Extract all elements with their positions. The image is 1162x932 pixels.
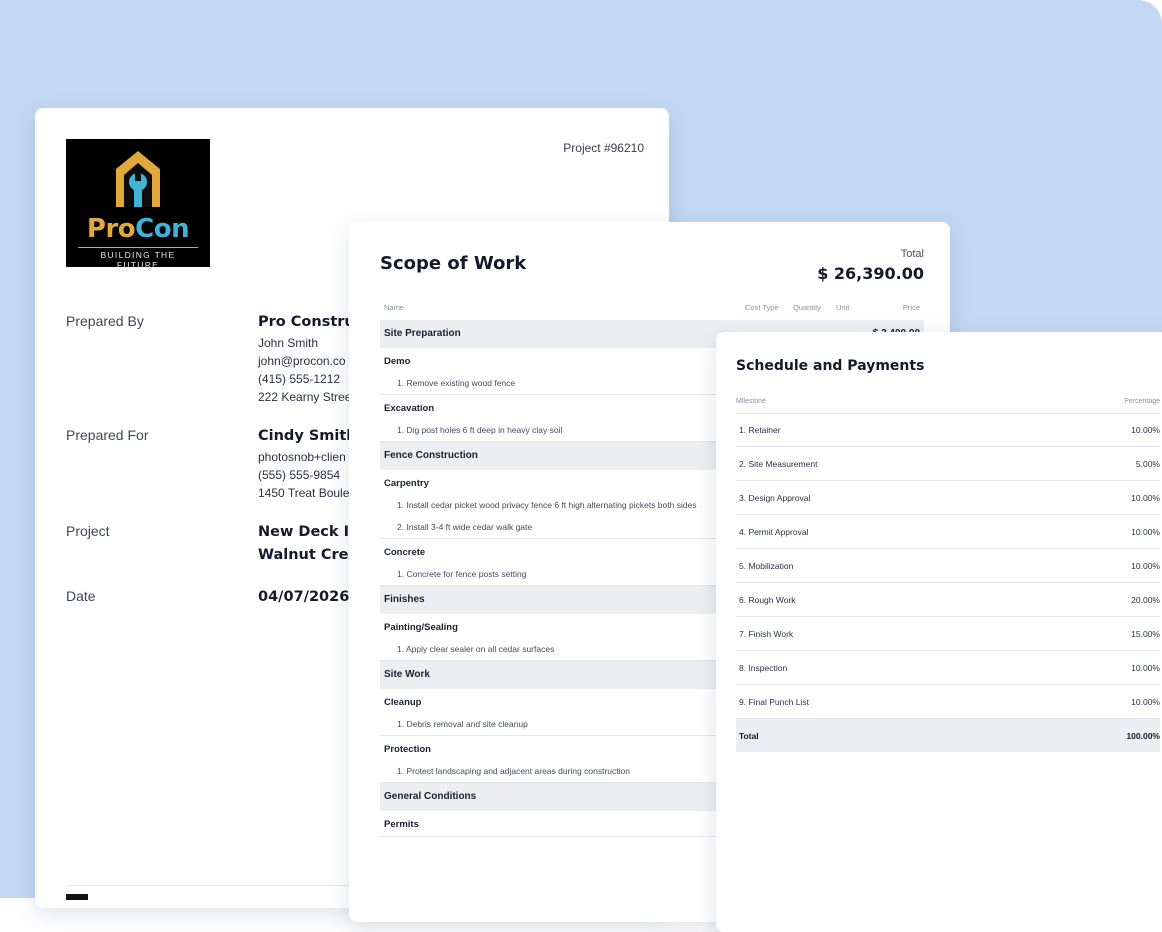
footer-logo-mark [66,894,88,900]
house-wrench-icon [116,151,160,207]
prepared-for-label: Prepared For [66,427,149,443]
prepared-for-block: Cindy Smith photosnob+clien (555) 555-98… [258,427,357,502]
schedule-row: 4. Permit Approval 10.00% [736,515,1160,549]
col-milestone: Milestone [736,398,766,405]
schedule-row: 7. Finish Work 15.00% [736,617,1160,651]
scope-section-title: Finishes [384,594,425,605]
col-price: Price [902,303,920,312]
logo-tagline: BUILDING THE FUTURE [78,247,198,270]
project-label: Project [66,523,110,539]
milestone-percentage: 15.00% [1131,629,1160,639]
milestone-percentage: 10.00% [1131,493,1160,503]
milestone-name: 7. Finish Work [739,629,794,639]
col-cost-type: Cost Type [745,303,779,312]
date-value: 04/07/2026 [258,589,350,605]
milestone-name: 4. Permit Approval [739,527,809,537]
scope-section-title: Site Preparation [384,328,461,339]
schedule-payments-card: Schedule and Payments Milestone Percenta… [716,332,1162,932]
milestone-name: 3. Design Approval [739,493,811,503]
project-number: Project #96210 [563,141,644,155]
milestone-percentage: 10.00% [1131,697,1160,707]
prepared-by-label: Prepared By [66,313,144,329]
milestone-name: 2. Site Measurement [739,459,818,469]
contractor-name: John Smith [258,336,319,350]
client-phone: (555) 555-9854 [258,468,341,482]
scope-section-title: Site Work [384,669,430,680]
contractor-address: 222 Kearny Stree [258,390,352,404]
scope-section-title: Fence Construction [384,450,478,461]
milestone-name: 1. Retainer [739,425,781,435]
schedule-row: 9. Final Punch List 10.00% [736,685,1160,719]
schedule-total-percentage: 100.00% [1126,731,1160,741]
schedule-row: 2. Site Measurement 5.00% [736,447,1160,481]
milestone-name: 8. Inspection [739,663,788,673]
schedule-row: 8. Inspection 10.00% [736,651,1160,685]
col-unit: Unit [836,303,850,312]
schedule-table-header: Milestone Percentage [736,396,1160,414]
logo-wordmark: ProCon [86,214,190,244]
scope-title: Scope of Work [380,253,527,274]
scope-table-header: Name Cost Type Quantity Unit Price [380,298,924,321]
scope-total-label: Total [900,248,924,260]
milestone-name: 6. Rough Work [739,595,796,605]
milestone-percentage: 10.00% [1131,527,1160,537]
schedule-table-body: 1. Retainer 10.00% 2. Site Measurement 5.00… [736,413,1160,752]
schedule-row: 1. Retainer 10.00% [736,413,1160,447]
client-email: photosnob+clien [258,450,346,464]
schedule-total-label: Total [739,731,759,741]
procon-logo: ProCon BUILDING THE FUTURE [66,139,210,270]
date-block: 04/07/2026 [258,586,349,609]
milestone-name: 9. Final Punch List [739,697,809,707]
col-percentage: Percentage [1124,398,1160,405]
milestone-percentage: 10.00% [1131,663,1160,673]
col-name: Name [384,303,405,312]
milestone-name: 5. Mobilization [739,561,794,571]
scope-section-title: General Conditions [384,791,477,802]
contractor-phone: (415) 555-1212 [258,372,341,386]
milestone-percentage: 10.00% [1131,561,1160,571]
contractor-email: john@procon.co [258,354,346,368]
date-label: Date [66,588,96,604]
prepared-by-block: Pro Construc John Smith john@procon.co (… [258,313,363,406]
scope-total-value: $ 26,390.00 [817,264,924,283]
milestone-percentage: 10.00% [1131,425,1160,435]
schedule-total-row: Total 100.00% [736,719,1160,752]
schedule-row: 3. Design Approval 10.00% [736,481,1160,515]
milestone-percentage: 5.00% [1135,459,1160,469]
client-address: 1450 Treat Boule [258,486,350,500]
schedule-title: Schedule and Payments [736,358,925,374]
contractor-company: Pro Construc [258,314,364,330]
client-name: Cindy Smith [258,428,357,444]
schedule-row: 5. Mobilization 10.00% [736,549,1160,583]
schedule-row: 6. Rough Work 20.00% [736,583,1160,617]
milestone-percentage: 20.00% [1131,595,1160,605]
col-quantity: Quantity [793,303,821,312]
